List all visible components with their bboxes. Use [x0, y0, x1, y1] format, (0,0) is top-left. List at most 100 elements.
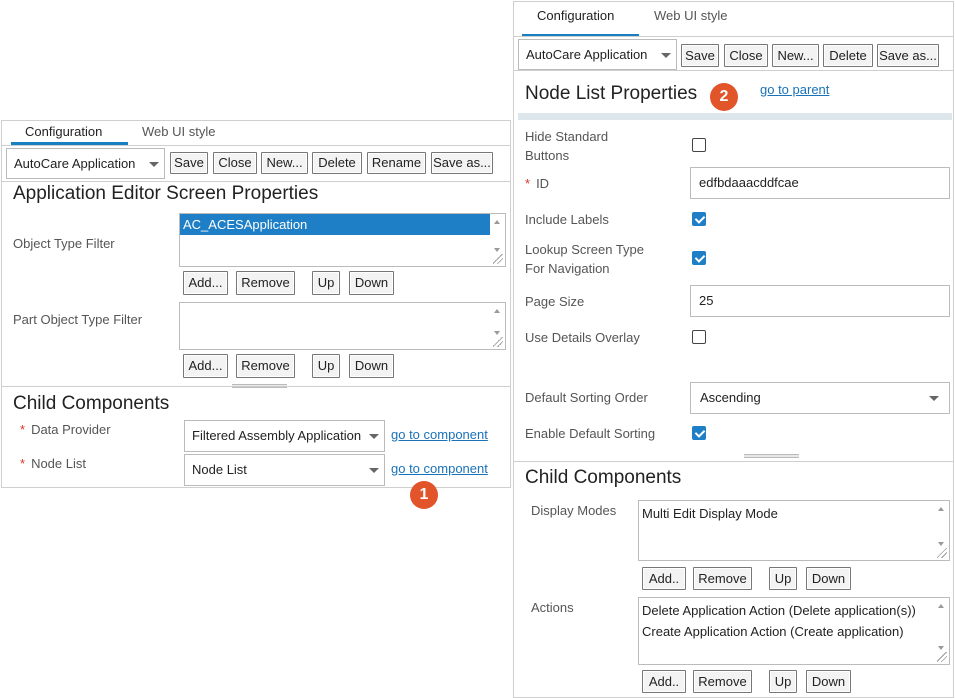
lookup-screen-type-label: Lookup Screen Type For Navigation	[525, 242, 645, 276]
object-type-filter-list[interactable]: AC_ACESApplication	[179, 213, 506, 267]
enable-default-sorting-label: Enable Default Sorting	[525, 426, 656, 441]
save-as-button[interactable]: Save as...	[877, 44, 939, 67]
chevron-down-icon	[369, 434, 379, 439]
screen-selector-value: AutoCare Application	[14, 156, 136, 171]
callout-badge-1: 1	[410, 481, 438, 509]
scroll-up-icon[interactable]	[494, 220, 500, 224]
chevron-down-icon	[149, 161, 159, 167]
toolbar-divider	[2, 181, 510, 182]
node-list-go-to-component-link[interactable]: go to component	[391, 461, 488, 476]
enable-default-sorting-checkbox[interactable]	[692, 426, 706, 440]
data-provider-value: Filtered Assembly Application	[192, 428, 362, 443]
scroll-down-icon[interactable]	[494, 331, 500, 335]
page-title: Node List Properties	[525, 83, 698, 104]
actions-down-button[interactable]: Down	[806, 670, 851, 693]
object-type-filter-label: Object Type Filter	[13, 236, 115, 251]
list-item[interactable]: Create Application Action (Create applic…	[639, 621, 934, 642]
screen-selector[interactable]: AutoCare Application	[518, 39, 677, 70]
scroll-up-icon[interactable]	[938, 604, 944, 608]
actions-remove-button[interactable]: Remove	[693, 670, 752, 693]
list-item[interactable]: Multi Edit Display Mode	[639, 501, 934, 522]
object-filter-add-button[interactable]: Add...	[183, 271, 228, 295]
application-editor-panel: Configuration Web UI style AutoCare Appl…	[1, 120, 511, 488]
close-button[interactable]: Close	[724, 44, 768, 67]
data-provider-go-to-component-link[interactable]: go to component	[391, 427, 488, 442]
part-object-type-filter-list[interactable]	[179, 302, 506, 350]
delete-button[interactable]: Delete	[312, 152, 362, 174]
save-as-button[interactable]: Save as...	[431, 152, 493, 174]
display-modes-up-button[interactable]: Up	[769, 567, 797, 590]
scroll-down-icon[interactable]	[494, 248, 500, 252]
include-labels-checkbox[interactable]	[692, 212, 706, 226]
new-button[interactable]: New...	[772, 44, 819, 67]
id-label: * ID	[525, 174, 549, 193]
header-band	[518, 113, 952, 120]
part-filter-up-button[interactable]: Up	[312, 354, 340, 378]
required-mark: *	[525, 176, 531, 191]
default-sorting-order-select[interactable]: Ascending	[690, 382, 950, 414]
scroll-down-icon[interactable]	[938, 646, 944, 650]
chevron-down-icon	[661, 52, 671, 58]
tab-web-ui-style[interactable]: Web UI style	[654, 8, 727, 23]
resize-grip-icon[interactable]	[493, 254, 503, 264]
node-list-label-text: Node List	[31, 456, 86, 471]
default-sorting-order-value: Ascending	[700, 390, 761, 405]
part-filter-down-button[interactable]: Down	[349, 354, 394, 378]
splitter-handle[interactable]	[744, 454, 799, 458]
display-modes-down-button[interactable]: Down	[806, 567, 851, 590]
screen-selector-value: AutoCare Application	[526, 47, 648, 62]
tab-web-ui-style[interactable]: Web UI style	[142, 124, 215, 139]
actions-up-button[interactable]: Up	[769, 670, 797, 693]
list-item[interactable]: Delete Application Action (Delete applic…	[639, 598, 934, 621]
display-modes-list[interactable]: Multi Edit Display Mode	[638, 500, 950, 561]
resize-grip-icon[interactable]	[493, 337, 503, 347]
part-filter-add-button[interactable]: Add...	[183, 354, 228, 378]
data-provider-label-text: Data Provider	[31, 422, 111, 437]
lookup-screen-type-checkbox[interactable]	[692, 251, 706, 265]
screen-selector[interactable]: AutoCare Application	[6, 148, 165, 179]
display-modes-remove-button[interactable]: Remove	[693, 567, 752, 590]
object-filter-down-button[interactable]: Down	[349, 271, 394, 295]
tab-configuration[interactable]: Configuration	[25, 124, 102, 139]
id-label-text: ID	[536, 176, 550, 191]
actions-label: Actions	[531, 600, 574, 615]
toolbar-divider	[514, 70, 953, 71]
go-to-parent-link[interactable]: go to parent	[760, 82, 829, 97]
actions-list[interactable]: Delete Application Action (Delete applic…	[638, 597, 950, 665]
resize-grip-icon[interactable]	[937, 548, 947, 558]
section-divider	[514, 461, 953, 462]
tab-configuration[interactable]: Configuration	[537, 8, 614, 23]
resize-grip-icon[interactable]	[937, 652, 947, 662]
rename-button[interactable]: Rename	[367, 152, 426, 174]
save-button[interactable]: Save	[170, 152, 208, 174]
node-list-properties-panel: Configuration Web UI style AutoCare Appl…	[513, 1, 954, 698]
part-filter-remove-button[interactable]: Remove	[236, 354, 295, 378]
page-size-input[interactable]: 25	[690, 285, 950, 317]
scroll-up-icon[interactable]	[938, 507, 944, 511]
display-modes-add-button[interactable]: Add..	[642, 567, 686, 590]
scroll-down-icon[interactable]	[938, 542, 944, 546]
required-mark: *	[20, 422, 26, 437]
delete-button[interactable]: Delete	[823, 44, 873, 67]
hide-standard-buttons-checkbox[interactable]	[692, 138, 706, 152]
id-input[interactable]: edfbdaaacddfcae	[690, 167, 950, 199]
object-filter-up-button[interactable]: Up	[312, 271, 340, 295]
chevron-down-icon	[929, 396, 939, 401]
display-modes-label: Display Modes	[531, 503, 617, 518]
list-item[interactable]: AC_ACESApplication	[180, 214, 490, 235]
new-button[interactable]: New...	[261, 152, 308, 174]
required-mark: *	[20, 456, 26, 471]
scroll-up-icon[interactable]	[494, 309, 500, 313]
hide-standard-buttons-label: Hide Standard Buttons	[525, 129, 609, 163]
actions-add-button[interactable]: Add..	[642, 670, 686, 693]
tab-divider	[514, 36, 953, 37]
save-button[interactable]: Save	[681, 44, 719, 67]
object-filter-remove-button[interactable]: Remove	[236, 271, 295, 295]
section-divider	[2, 386, 510, 387]
node-list-select[interactable]: Node List	[184, 454, 385, 486]
child-components-title: Child Components	[13, 393, 170, 414]
use-details-overlay-checkbox[interactable]	[692, 330, 706, 344]
node-list-value: Node List	[192, 462, 247, 477]
data-provider-select[interactable]: Filtered Assembly Application	[184, 420, 385, 452]
close-button[interactable]: Close	[213, 152, 257, 174]
